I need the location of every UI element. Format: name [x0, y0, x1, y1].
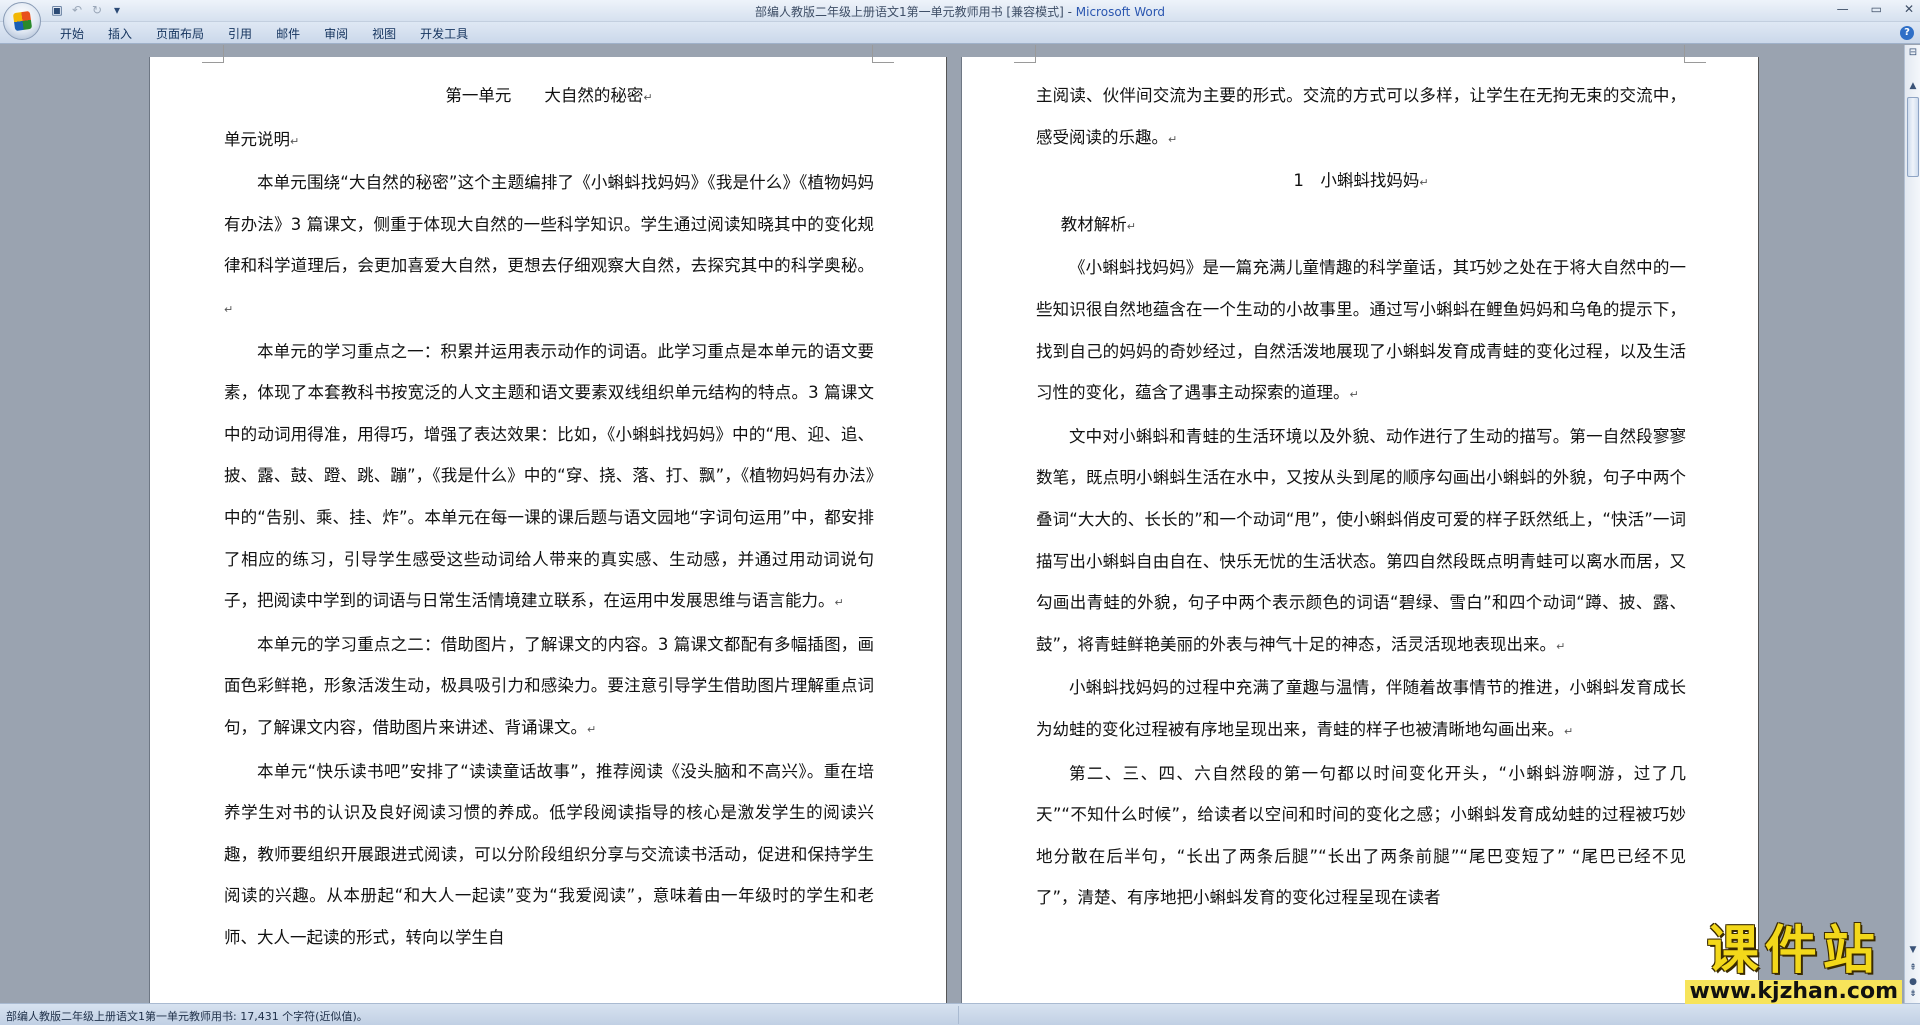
scroll-up-icon[interactable]: ▲	[1906, 81, 1920, 95]
body-paragraph: 《小蝌蚪找妈妈》是一篇充满儿童情趣的科学童话，其巧妙之处在于将大自然中的一些知识…	[1036, 258, 1686, 403]
select-browse-object-icon[interactable]: ●	[1906, 977, 1920, 987]
lesson-title: 1 小蝌蚪找妈妈↵	[1293, 171, 1429, 191]
help-icon[interactable]: ?	[1900, 26, 1914, 40]
page-right[interactable]: 主阅读、伙伴间交流为主要的形式。交流的方式可以多样，让学生在无拘无束的交流中，感…	[962, 45, 1758, 1003]
body-paragraph: 第二、三、四、六自然段的第一句都以时间变化开头，“小蝌蚪游啊游，过了几天”“不知…	[1036, 763, 1686, 908]
body-paragraph: 本单元“快乐读书吧”安排了“读读童话故事”，推荐阅读《没头脑和不高兴》。重在培养…	[224, 761, 874, 947]
document-title: 部编人教版二年级上册语文1第一单元教师用书 [兼容模式]	[754, 5, 1064, 19]
tab-mailings[interactable]: 邮件	[276, 22, 314, 44]
ruler-toggle-icon[interactable]: ⊟	[1906, 47, 1920, 61]
close-icon[interactable]: ✕	[1904, 2, 1914, 16]
minimize-icon[interactable]: —	[1837, 2, 1849, 16]
tab-references[interactable]: 引用	[228, 22, 266, 44]
tab-insert[interactable]: 插入	[108, 22, 146, 44]
crop-mark	[202, 45, 224, 63]
tab-review[interactable]: 审阅	[324, 22, 362, 44]
watermark-url: www.kjzhan.com	[1685, 980, 1902, 1004]
crop-mark	[1014, 45, 1036, 63]
unit-heading: 第一单元 大自然的秘密↵	[445, 86, 653, 105]
status-divider	[958, 1006, 959, 1024]
ribbon: 开始 插入 页面布局 引用 邮件 审阅 视图 开发工具 ?	[0, 22, 1920, 44]
body-paragraph: 小蝌蚪找妈妈的过程中充满了童趣与温情，伴随着故事情节的推进，小蝌蚪发育成长为幼蛙…	[1036, 678, 1686, 739]
page-content[interactable]: 主阅读、伙伴间交流为主要的形式。交流的方式可以多样，让学生在无拘无束的交流中，感…	[1036, 75, 1686, 919]
tab-view[interactable]: 视图	[372, 22, 410, 44]
document-area[interactable]: 第一单元 大自然的秘密↵ 单元说明↵ 本单元围绕“大自然的秘密”这个主题编排了《…	[0, 45, 1904, 1003]
scroll-thumb[interactable]	[1907, 97, 1919, 177]
office-logo-icon	[12, 10, 33, 32]
watermark-title: 课件站	[1706, 920, 1881, 981]
window-title: 部编人教版二年级上册语文1第一单元教师用书 [兼容模式] - Microsoft…	[754, 5, 1166, 19]
office-button[interactable]	[3, 2, 41, 40]
body-paragraph: 文中对小蝌蚪和青蛙的生活环境以及外貌、动作进行了生动的描写。第一自然段寥寥数笔，…	[1036, 426, 1686, 654]
body-paragraph: 本单元围绕“大自然的秘密”这个主题编排了《小蝌蚪找妈妈》《我是什么》《植物妈妈有…	[224, 173, 874, 316]
watermark: 课件站 www.kjzhan.com	[1685, 922, 1902, 1004]
section-heading: 单元说明↵	[224, 129, 300, 149]
next-page-icon[interactable]: ⇟	[1906, 989, 1920, 999]
title-bar: ▣ ↶ ↻ ▾ 部编人教版二年级上册语文1第一单元教师用书 [兼容模式] - M…	[0, 0, 1920, 22]
crop-mark	[872, 45, 894, 63]
body-paragraph: 本单元的学习重点之二：借助图片，了解课文的内容。3 篇课文都配有多幅插图，画面色…	[224, 634, 874, 737]
window-controls: — ▭ ✕	[1837, 2, 1914, 16]
page-left[interactable]: 第一单元 大自然的秘密↵ 单元说明↵ 本单元围绕“大自然的秘密”这个主题编排了《…	[150, 45, 946, 1003]
body-paragraph: 本单元的学习重点之一：积累并运用表示动作的词语。此学习重点是本单元的语文要素，体…	[224, 341, 874, 611]
tab-home[interactable]: 开始	[60, 22, 98, 44]
page-content[interactable]: 第一单元 大自然的秘密↵ 单元说明↵ 本单元围绕“大自然的秘密”这个主题编排了《…	[224, 75, 874, 958]
previous-page-icon[interactable]: ⇞	[1906, 963, 1920, 973]
app-name: Microsoft Word	[1075, 5, 1166, 19]
tab-developer[interactable]: 开发工具	[420, 22, 482, 44]
vertical-scrollbar[interactable]: ⊟ ▲ ▼ ⇞ ● ⇟	[1904, 45, 1920, 1003]
section-heading: 教材解析↵	[1060, 214, 1136, 234]
status-text[interactable]: 部编人教版二年级上册语文1第一单元教师用书: 17,431 个字符(近似值)。	[6, 1008, 368, 1024]
scroll-down-icon[interactable]: ▼	[1906, 945, 1920, 955]
ribbon-tabs: 开始 插入 页面布局 引用 邮件 审阅 视图 开发工具	[60, 22, 492, 44]
continued-paragraph: 主阅读、伙伴间交流为主要的形式。交流的方式可以多样，让学生在无拘无束的交流中，感…	[1036, 86, 1686, 147]
status-bar: 部编人教版二年级上册语文1第一单元教师用书: 17,431 个字符(近似值)。	[0, 1003, 1920, 1025]
crop-mark	[1684, 45, 1706, 63]
maximize-icon[interactable]: ▭	[1871, 2, 1882, 16]
tab-page-layout[interactable]: 页面布局	[156, 22, 218, 44]
